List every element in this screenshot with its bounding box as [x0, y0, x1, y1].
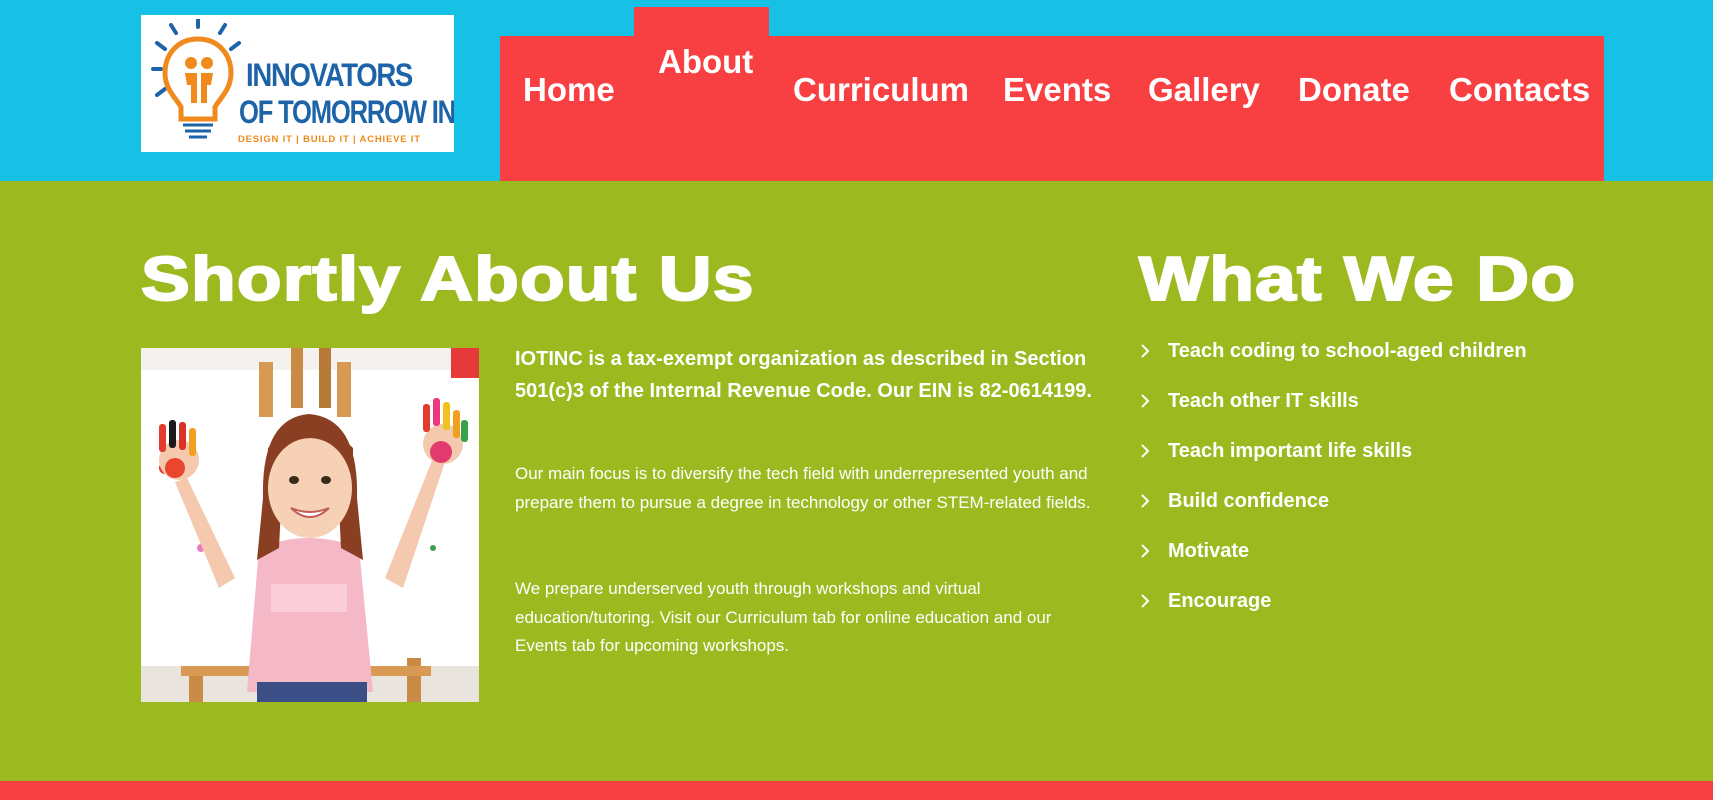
child-painting-photo — [141, 348, 479, 702]
list-item: Teach other IT skills — [1139, 386, 1659, 436]
page: INNOVATORS OF TOMORROW INC. DESIGN IT | … — [0, 0, 1713, 800]
list-item-label: Teach coding to school-aged children — [1168, 340, 1527, 362]
about-paragraph-1: Our main focus is to diversify the tech … — [515, 464, 1091, 512]
footer-bar — [0, 781, 1713, 800]
what-we-do-heading: What We Do — [1138, 245, 1577, 314]
chevron-right-icon — [1141, 494, 1150, 508]
nav-item-home[interactable]: Home — [523, 73, 615, 106]
chevron-right-icon — [1141, 344, 1150, 358]
list-item-label: Teach other IT skills — [1168, 390, 1359, 412]
nav-item-curriculum[interactable]: Curriculum — [793, 73, 969, 106]
about-lead-text: IOTINC is a tax-exempt organization as d… — [515, 348, 1092, 402]
logo-wordmark-line2: OF TOMORROW INC. — [239, 94, 454, 130]
chevron-right-icon — [1141, 594, 1150, 608]
nav-item-donate[interactable]: Donate — [1298, 73, 1410, 106]
nav-item-events[interactable]: Events — [1003, 73, 1111, 106]
site-logo[interactable]: INNOVATORS OF TOMORROW INC. DESIGN IT | … — [141, 15, 454, 152]
about-heading: Shortly About Us — [140, 245, 755, 314]
list-item-label: Teach important life skills — [1168, 440, 1413, 462]
list-item-label: Encourage — [1168, 590, 1272, 612]
list-item: Encourage — [1139, 586, 1659, 636]
nav-item-about[interactable]: About — [658, 45, 753, 78]
photo-illustration — [141, 348, 479, 702]
list-item: Build confidence — [1139, 486, 1659, 536]
about-paragraph-2: We prepare underserved youth through wor… — [515, 579, 1052, 655]
chevron-right-icon — [1141, 544, 1150, 558]
list-item: Teach coding to school-aged children — [1139, 336, 1659, 386]
nav-item-gallery[interactable]: Gallery — [1148, 73, 1260, 106]
site-header: INNOVATORS OF TOMORROW INC. DESIGN IT | … — [0, 0, 1713, 181]
list-item-label: Motivate — [1168, 540, 1250, 562]
chevron-right-icon — [1141, 444, 1150, 458]
chevron-right-icon — [1141, 394, 1150, 408]
list-item: Motivate — [1139, 536, 1659, 586]
list-item-label: Build confidence — [1168, 490, 1330, 512]
lightbulb-icon — [151, 19, 241, 139]
nav-item-contacts[interactable]: Contacts — [1449, 73, 1590, 106]
nav-active-tab-marker — [634, 7, 769, 37]
logo-wordmark-line1: INNOVATORS — [246, 57, 413, 93]
list-item: Teach important life skills — [1139, 436, 1659, 486]
logo-tagline: DESIGN IT | BUILD IT | ACHIEVE IT — [238, 134, 421, 145]
what-we-do-list: Teach coding to school-aged children Tea… — [1139, 336, 1659, 636]
